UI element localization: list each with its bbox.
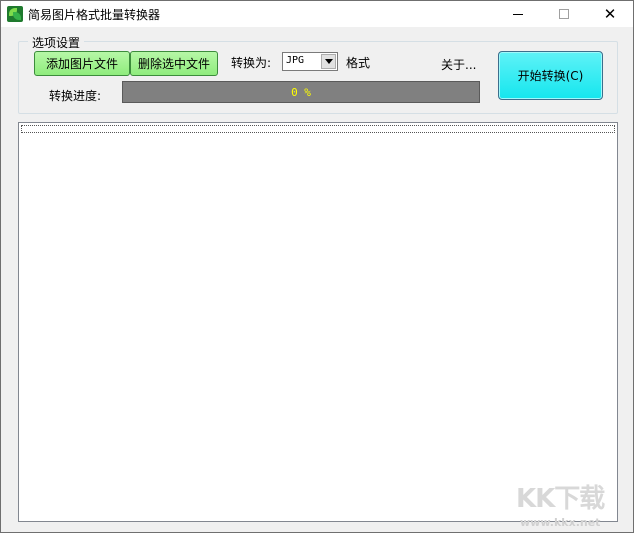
maximize-icon xyxy=(559,9,569,19)
format-select-value: JPG xyxy=(286,55,305,66)
list-focus-rect xyxy=(21,125,615,133)
minimize-icon xyxy=(513,13,523,15)
title-bar[interactable]: 简易图片格式批量转换器 ✕ xyxy=(1,1,633,27)
chevron-down-icon xyxy=(324,59,333,64)
close-icon: ✕ xyxy=(603,4,617,23)
watermark: KK下载 www.kkx.net xyxy=(516,478,616,529)
file-list[interactable] xyxy=(18,122,618,522)
about-link[interactable]: 关于... xyxy=(441,56,476,73)
progress-text: 0 % xyxy=(291,85,311,99)
start-convert-button[interactable]: 开始转换(C) xyxy=(498,51,603,100)
format-dropdown-button[interactable] xyxy=(321,54,336,69)
watermark-url: www.kkx.net xyxy=(520,516,601,529)
conversion-progress-bar: 0 % xyxy=(122,81,480,103)
watermark-brand: KK下载 xyxy=(516,484,605,514)
close-button[interactable]: ✕ xyxy=(587,1,633,27)
app-icon xyxy=(7,6,23,22)
maximize-button[interactable] xyxy=(541,1,587,27)
format-select[interactable]: JPG xyxy=(282,52,338,71)
window-title: 简易图片格式批量转换器 xyxy=(28,8,161,22)
app-window: 简易图片格式批量转换器 ✕ 选项设置 添加图片文件 删除选中文件 转换为: JP… xyxy=(0,0,634,533)
options-group-label: 选项设置 xyxy=(28,34,85,51)
progress-label: 转换进度: xyxy=(49,89,102,103)
delete-selected-files-button[interactable]: 删除选中文件 xyxy=(130,51,218,76)
minimize-button[interactable] xyxy=(495,1,541,27)
add-image-files-button[interactable]: 添加图片文件 xyxy=(34,51,130,76)
convert-to-label: 转换为: xyxy=(231,56,272,70)
format-suffix-label: 格式 xyxy=(346,56,371,70)
